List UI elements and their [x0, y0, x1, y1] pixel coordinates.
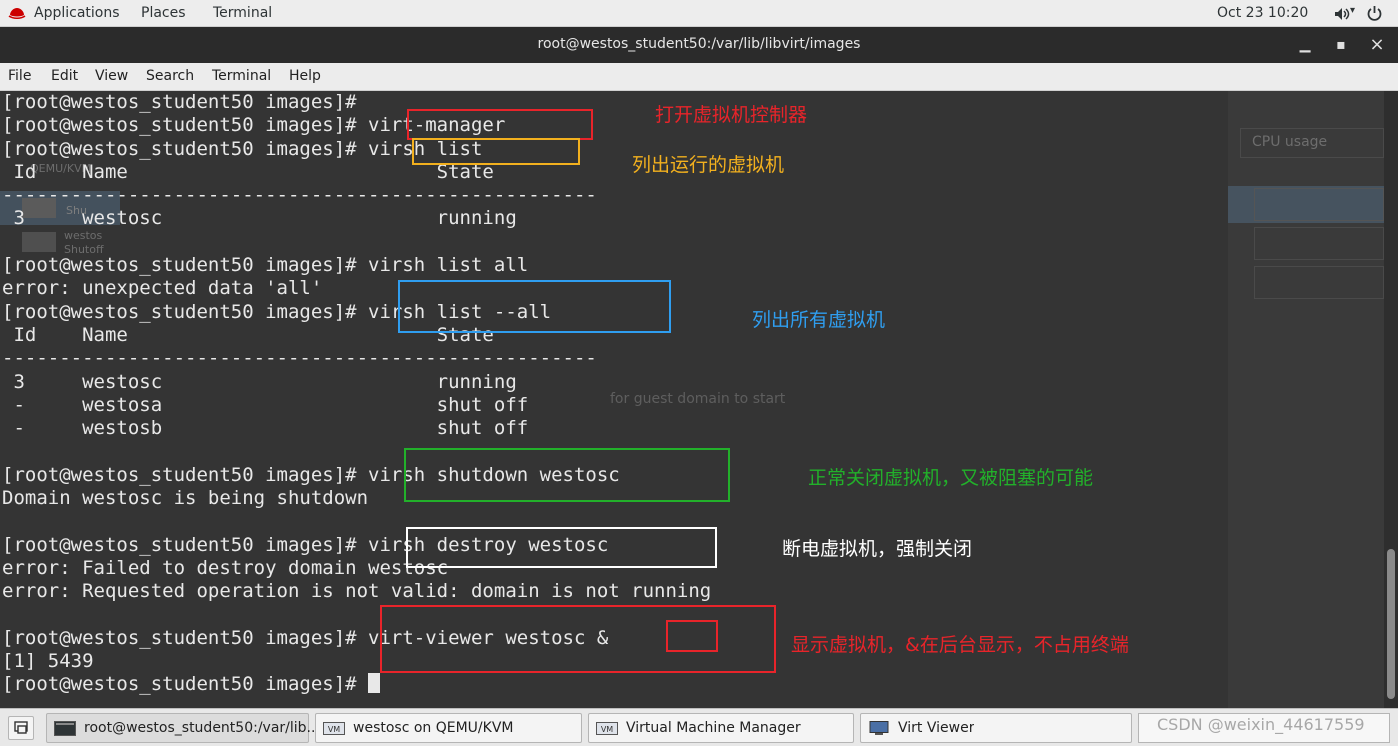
virt-manager-icon: VM	[596, 722, 618, 735]
desktop-icon	[14, 721, 28, 734]
annotation-box-virsh-shutdown	[404, 448, 730, 502]
taskbar-label: root@westos_student50:/var/lib...	[84, 720, 320, 736]
taskbar-label: westosc on QEMU/KVM	[353, 720, 514, 736]
annotation-box-ampersand	[666, 620, 718, 652]
chevron-down-icon[interactable]: ▾	[1350, 5, 1355, 16]
top-panel: Applications Places Terminal Oct 23 10:2…	[0, 0, 1398, 27]
power-icon[interactable]	[1366, 5, 1383, 22]
taskbar: root@westos_student50:/var/lib... VM wes…	[0, 708, 1398, 746]
virt-viewer-icon	[869, 721, 889, 735]
terminal-line: [root@westos_student50 images]# virt-man…	[2, 114, 506, 137]
terminal-icon	[54, 721, 76, 736]
annotation-destroy: 断电虚拟机，强制关闭	[782, 538, 973, 560]
terminal-line: - westosb shut off	[2, 417, 529, 440]
terminal-app-menu[interactable]: Terminal	[213, 5, 272, 21]
terminal-line: ----------------------------------------…	[2, 184, 597, 207]
taskbar-item-virt-manager[interactable]: VM Virtual Machine Manager	[588, 713, 854, 743]
watermark: CSDN @weixin_44617559	[1157, 715, 1365, 734]
menu-view[interactable]: View	[95, 68, 128, 84]
redhat-icon[interactable]	[8, 5, 26, 21]
annotation-open-manager: 打开虚拟机控制器	[655, 104, 808, 126]
terminal-output[interactable]: CPU usage QEMU/KVM Shu westos Shutoff fo…	[0, 91, 1384, 708]
menu-file[interactable]: File	[8, 68, 31, 84]
applications-menu[interactable]: Applications	[34, 5, 120, 21]
terminal-line: - westosa shut off	[2, 393, 529, 416]
places-menu[interactable]: Places	[141, 5, 186, 21]
annotation-box-virt-manager	[407, 109, 593, 140]
taskbar-label: Virt Viewer	[898, 720, 975, 736]
menu-help[interactable]: Help	[289, 68, 321, 84]
svg-text:VM: VM	[328, 725, 340, 734]
minimize-button[interactable]: ▁	[1292, 33, 1318, 57]
annotation-shutdown: 正常关闭虚拟机，又被阻塞的可能	[808, 467, 1094, 489]
taskbar-item-virt-viewer[interactable]: Virt Viewer	[860, 713, 1132, 743]
terminal-line: ----------------------------------------…	[2, 347, 597, 370]
terminal-line: 3 westosc running	[2, 370, 517, 393]
taskbar-item-terminal[interactable]: root@westos_student50:/var/lib...	[46, 713, 320, 743]
menubar: File Edit View Search Terminal Help	[0, 63, 1398, 91]
menu-edit[interactable]: Edit	[51, 68, 78, 84]
show-desktop-button[interactable]	[8, 716, 34, 740]
terminal-cursor	[368, 673, 381, 694]
terminal-line: 3 westosc running	[2, 207, 517, 230]
annotation-box-virsh-list-all	[398, 280, 671, 333]
annotation-box-virsh-destroy	[406, 527, 717, 568]
annotation-list-running: 列出运行的虚拟机	[632, 154, 785, 176]
virt-manager-icon: VM	[323, 722, 345, 735]
scrollbar-thumb[interactable]	[1387, 549, 1395, 699]
clock[interactable]: Oct 23 10:20	[1217, 5, 1308, 21]
terminal-line: [root@westos_student50 images]# virsh li…	[2, 137, 483, 160]
taskbar-item-westosc[interactable]: VM westosc on QEMU/KVM	[315, 713, 582, 743]
terminal-scrollbar[interactable]	[1384, 91, 1398, 708]
bg-cpu-usage: CPU usage	[1252, 134, 1328, 150]
close-button[interactable]: ×	[1364, 33, 1390, 57]
sound-icon[interactable]	[1333, 6, 1351, 22]
annotation-viewer: 显示虚拟机，&在后台显示，不占用终端	[791, 634, 1129, 656]
terminal-line: [root@westos_student50 images]#	[2, 673, 711, 696]
window-titlebar[interactable]: root@westos_student50:/var/lib/libvirt/i…	[0, 27, 1398, 63]
svg-text:VM: VM	[601, 725, 613, 734]
terminal-line: [root@westos_student50 images]#	[2, 91, 357, 113]
annotation-list-all: 列出所有虚拟机	[752, 309, 886, 331]
window-title: root@westos_student50:/var/lib/libvirt/i…	[537, 36, 861, 52]
maximize-button[interactable]: ▪	[1328, 33, 1354, 57]
annotation-box-virsh-list	[412, 138, 580, 165]
taskbar-label: Virtual Machine Manager	[626, 720, 801, 736]
menu-terminal[interactable]: Terminal	[212, 68, 271, 84]
terminal-line: [root@westos_student50 images]# virsh li…	[2, 254, 529, 277]
terminal-line: error: Requested operation is not valid:…	[2, 580, 712, 603]
menu-search[interactable]: Search	[146, 68, 194, 84]
terminal-line: Id Name State	[2, 160, 494, 183]
